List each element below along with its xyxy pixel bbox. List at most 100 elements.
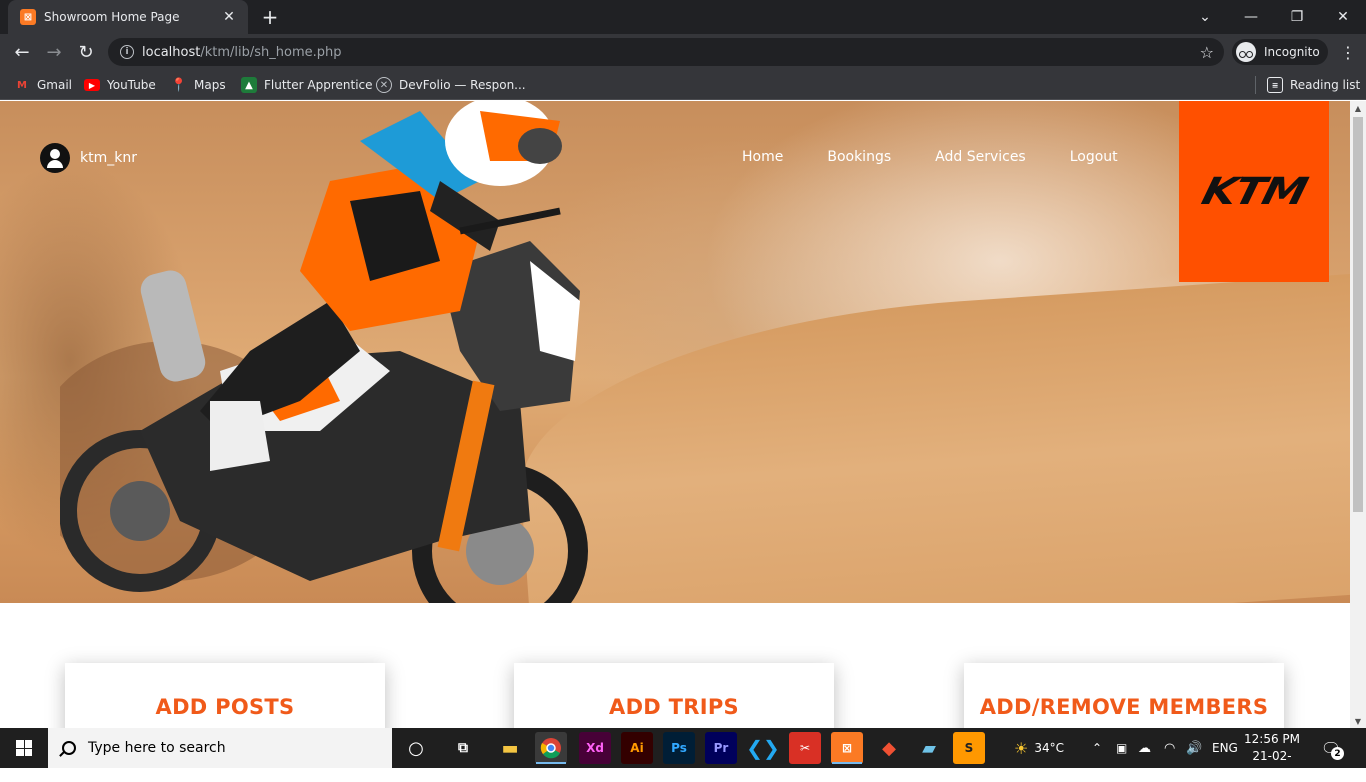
language-indicator[interactable]: ENG (1212, 728, 1238, 768)
premiere-icon[interactable]: Pr (705, 732, 737, 764)
illustrator-icon[interactable]: Ai (621, 732, 653, 764)
nav-logout[interactable]: Logout (1070, 149, 1118, 165)
cortana-icon[interactable]: ○ (400, 732, 432, 764)
weather-temp: 34°C (1034, 741, 1064, 755)
nav-add-services[interactable]: Add Services (935, 149, 1026, 165)
minimize-icon[interactable]: — (1228, 0, 1274, 34)
bookmark-label: Gmail (37, 78, 73, 92)
url-host: localhost (142, 44, 201, 60)
file-explorer-icon[interactable]: ▬ (494, 732, 526, 764)
notification-center-icon[interactable]: 🗨 2 (1318, 736, 1344, 760)
bookmark-flutter-apprentice[interactable]: ▲ Flutter Apprentice (241, 75, 373, 95)
address-bar[interactable]: i localhost/ktm/lib/sh_home.php ☆ (108, 38, 1224, 66)
user-avatar-icon (40, 143, 70, 173)
sublime-text-icon[interactable]: S (953, 732, 985, 764)
restore-icon[interactable]: ❐ (1274, 0, 1320, 34)
weather-icon: ☀ (1014, 738, 1029, 758)
back-icon[interactable]: ← (8, 38, 36, 66)
taskbar-search[interactable]: Type here to search (48, 728, 392, 768)
notepad-icon[interactable]: ▰ (913, 732, 945, 764)
language-label: ENG (1212, 741, 1238, 755)
volume-icon[interactable]: 🔊 (1186, 728, 1202, 768)
flutter-apprentice-icon: ▲ (241, 77, 257, 93)
start-button[interactable] (0, 728, 48, 768)
card-title: ADD POSTS (155, 695, 295, 719)
username: ktm_knr (80, 150, 137, 166)
meet-now-icon[interactable]: ▣ (1116, 728, 1127, 768)
reading-list-label: Reading list (1290, 78, 1361, 92)
page-viewport: ktm_knr Home Bookings Add Services Logou… (0, 101, 1350, 728)
xampp-icon: ⊠ (20, 9, 36, 25)
card-title: ADD TRIPS (609, 695, 739, 719)
card-add-trips[interactable]: ADD TRIPS (514, 663, 834, 728)
wifi-icon[interactable]: ◠ (1164, 728, 1175, 768)
photoshop-icon[interactable]: Ps (663, 732, 695, 764)
reading-list-button[interactable]: ≡ Reading list (1267, 75, 1360, 95)
page-scrollbar[interactable]: ▲ ▼ (1350, 101, 1366, 728)
reload-icon[interactable]: ↻ (72, 38, 100, 66)
bookmark-gmail[interactable]: M Gmail (14, 75, 72, 95)
search-icon (62, 741, 76, 755)
url-path: /ktm/lib/sh_home.php (200, 44, 342, 60)
system-clock[interactable]: 12:56 PM 21-02-2022 (1240, 731, 1304, 782)
card-add-remove-members[interactable]: ADD/REMOVE MEMBERS (964, 663, 1284, 728)
tab-title: Showroom Home Page (44, 10, 180, 24)
windows-taskbar: Type here to search ○ ⧉ ▬ Xd Ai Ps Pr ❮❯… (0, 728, 1366, 780)
reading-list-icon: ≡ (1267, 77, 1283, 93)
close-tab-icon[interactable]: ✕ (220, 9, 238, 25)
card-title: ADD/REMOVE MEMBERS (979, 695, 1269, 719)
vscode-icon[interactable]: ❮❯ (746, 732, 780, 764)
bookmarks-bar: M Gmail ▶ YouTube 📍 Maps ▲ Flutter Appre… (0, 70, 1366, 100)
site-info-icon[interactable]: i (120, 45, 134, 59)
bookmark-youtube[interactable]: ▶ YouTube (84, 75, 156, 95)
site-navigation: Home Bookings Add Services Logout (742, 149, 1162, 165)
search-placeholder: Type here to search (88, 740, 226, 756)
gmail-icon: M (17, 79, 27, 91)
incognito-profile-button[interactable]: Incognito (1232, 39, 1328, 65)
browser-toolbar: ← → ↻ i localhost/ktm/lib/sh_home.php ☆ … (0, 34, 1366, 70)
notification-badge: 2 (1331, 747, 1344, 760)
incognito-label: Incognito (1264, 45, 1320, 59)
bookmark-label: Flutter Apprentice (264, 78, 373, 92)
scroll-down-icon[interactable]: ▼ (1350, 714, 1366, 728)
card-add-posts[interactable]: ADD POSTS (65, 663, 385, 728)
close-window-icon[interactable]: ✕ (1320, 0, 1366, 34)
xampp-icon[interactable]: ⊠ (831, 732, 863, 764)
maps-icon: 📍 (170, 77, 188, 93)
clock-time: 12:56 PM (1244, 732, 1300, 746)
new-tab-icon[interactable]: + (258, 5, 282, 29)
nav-bookings[interactable]: Bookings (827, 149, 891, 165)
incognito-icon (1236, 42, 1256, 62)
logo-text: KTM (1197, 169, 1311, 214)
tab-search-chevron-icon[interactable]: ⌄ (1182, 0, 1228, 34)
motorcycle-rider-image (60, 101, 588, 603)
clock-date: 21-02-2022 (1252, 749, 1292, 780)
bookmark-label: YouTube (107, 78, 156, 92)
bookmark-devfolio[interactable]: ✕ DevFolio — Respon... (376, 75, 526, 95)
scroll-up-icon[interactable]: ▲ (1350, 101, 1366, 115)
bookmark-label: DevFolio — Respon... (399, 78, 526, 92)
forward-icon[interactable]: → (40, 38, 68, 66)
bookmark-label: Maps (194, 78, 226, 92)
scroll-thumb[interactable] (1353, 117, 1363, 512)
weather-widget[interactable]: ☀ 34°C (1014, 728, 1064, 768)
git-icon[interactable]: ◆ (873, 732, 905, 764)
hero-banner: ktm_knr Home Bookings Add Services Logou… (0, 101, 1350, 603)
nav-home[interactable]: Home (742, 149, 783, 165)
windows-logo-icon (16, 740, 32, 756)
user-profile[interactable]: ktm_knr (40, 143, 137, 173)
task-view-icon[interactable]: ⧉ (447, 732, 479, 764)
youtube-icon: ▶ (84, 79, 100, 91)
ktm-logo[interactable]: KTM (1179, 101, 1329, 282)
bookmark-star-icon[interactable]: ☆ (1200, 43, 1214, 62)
chrome-icon[interactable] (535, 732, 567, 764)
screenshot-tool-icon[interactable]: ✂ (789, 732, 821, 764)
browser-tab[interactable]: ⊠ Showroom Home Page ✕ (8, 0, 248, 34)
onedrive-icon[interactable]: ☁ (1138, 728, 1151, 768)
adobe-xd-icon[interactable]: Xd (579, 732, 611, 764)
bookmark-maps[interactable]: 📍 Maps (171, 75, 226, 95)
devfolio-icon: ✕ (376, 77, 392, 93)
show-hidden-icons[interactable]: ⌃ (1092, 728, 1102, 768)
browser-menu-icon[interactable]: ⋮ (1336, 38, 1360, 66)
bookmarks-divider (1255, 76, 1256, 94)
